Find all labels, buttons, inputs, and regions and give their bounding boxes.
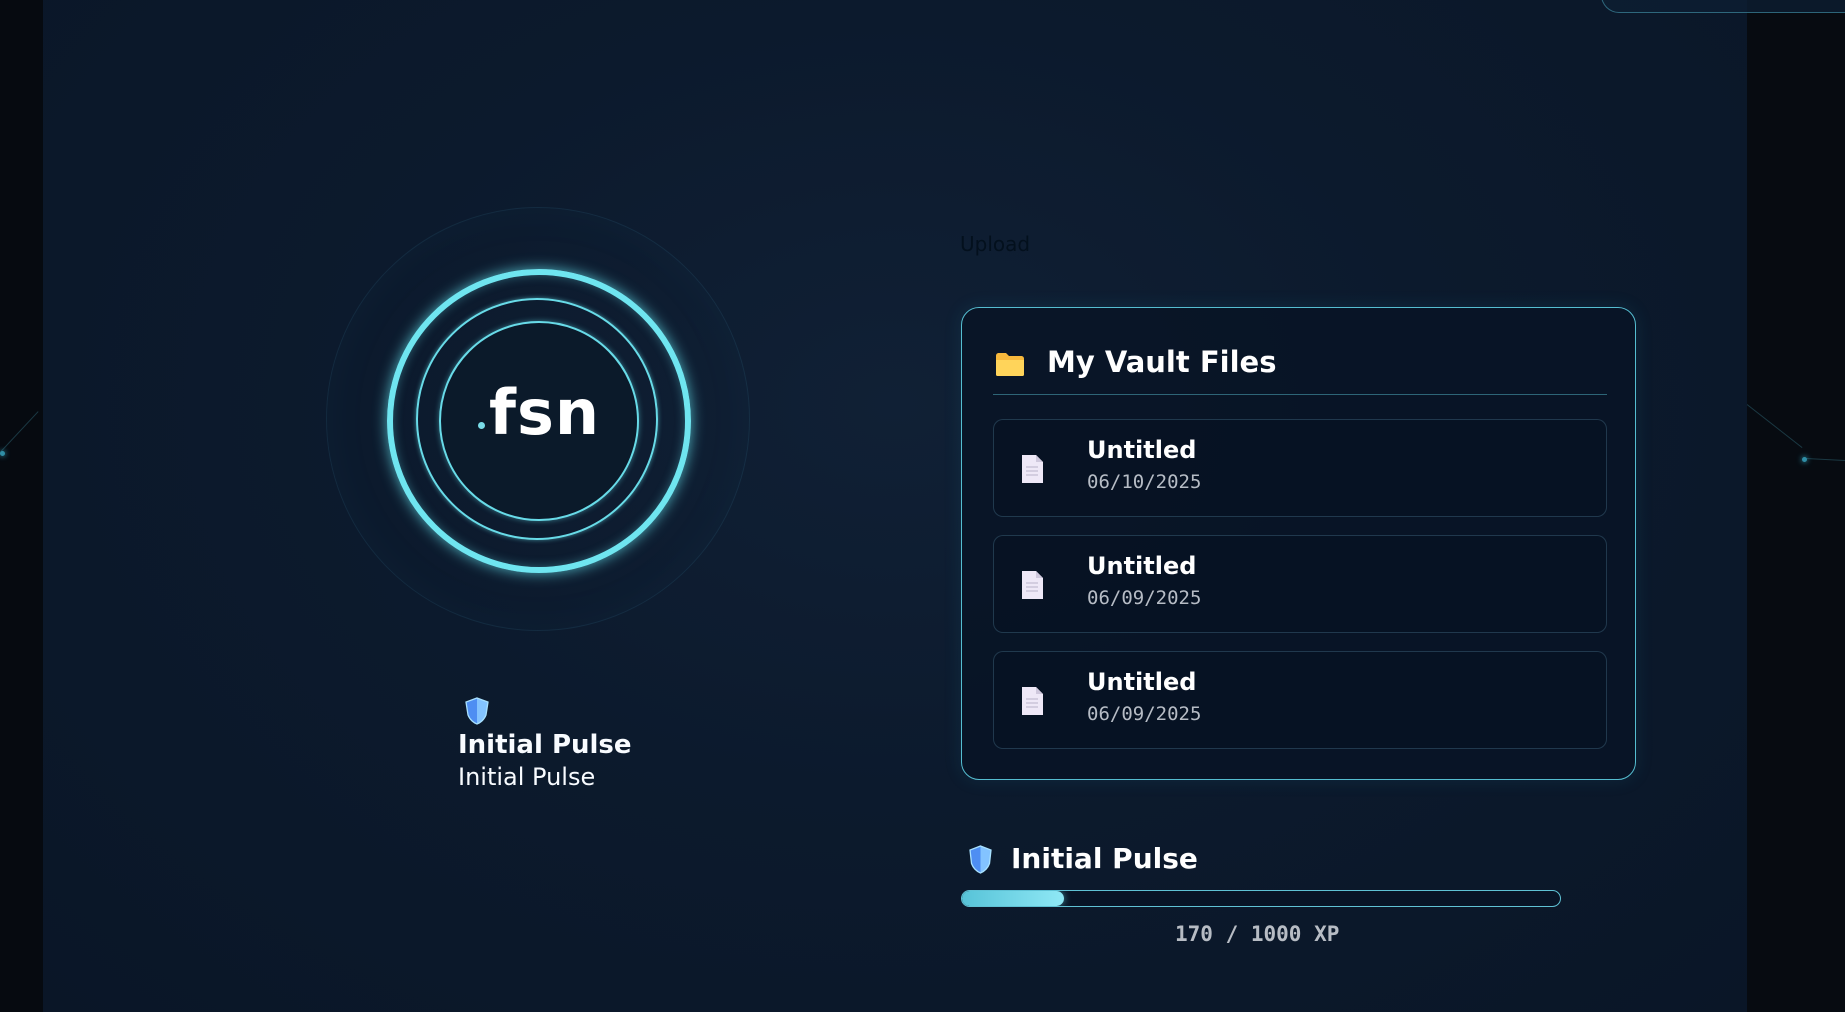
rank-subtitle: Initial Pulse bbox=[458, 763, 596, 791]
top-right-panel-edge bbox=[1601, 0, 1845, 13]
upload-link[interactable]: Upload bbox=[960, 232, 1030, 256]
vault-files-card: My Vault Files Untitled 06/10/2025 Untit… bbox=[961, 307, 1636, 780]
file-date: 06/09/2025 bbox=[1087, 587, 1202, 609]
file-date: 06/10/2025 bbox=[1087, 471, 1202, 493]
folder-icon bbox=[996, 353, 1024, 376]
xp-progress-fill bbox=[962, 891, 1064, 906]
xp-rank-title: Initial Pulse bbox=[1011, 842, 1198, 875]
file-icon bbox=[1022, 455, 1043, 483]
vault-title: My Vault Files bbox=[1047, 345, 1277, 379]
logo-dot-icon bbox=[478, 422, 485, 429]
xp-progress-bar bbox=[961, 890, 1561, 907]
left-edge-background bbox=[0, 0, 43, 1012]
logo-orb: fsn bbox=[326, 207, 756, 637]
shield-icon bbox=[465, 697, 489, 725]
vault-header: My Vault Files bbox=[995, 341, 1605, 383]
file-item[interactable]: Untitled 06/10/2025 bbox=[993, 419, 1607, 517]
file-item[interactable]: Untitled 06/09/2025 bbox=[993, 651, 1607, 749]
vault-divider bbox=[993, 394, 1607, 395]
main-panel: fsn Initial Pulse Initial Pulse Upload M… bbox=[43, 0, 1845, 1012]
left-network-node bbox=[0, 451, 5, 456]
app-page: fsn Initial Pulse Initial Pulse Upload M… bbox=[0, 0, 1845, 1012]
xp-progress-text: 170 / 1000 XP bbox=[1175, 922, 1340, 946]
right-edge-background bbox=[1747, 0, 1845, 1012]
file-date: 06/09/2025 bbox=[1087, 703, 1202, 725]
rank-title: Initial Pulse bbox=[458, 730, 632, 760]
file-item[interactable]: Untitled 06/09/2025 bbox=[993, 535, 1607, 633]
file-icon bbox=[1022, 687, 1043, 715]
right-network-node bbox=[1802, 457, 1807, 462]
file-name: Untitled bbox=[1087, 436, 1197, 464]
logo-text: fsn bbox=[489, 376, 601, 449]
file-name: Untitled bbox=[1087, 552, 1197, 580]
shield-icon bbox=[969, 845, 992, 874]
file-icon bbox=[1022, 571, 1043, 599]
file-name: Untitled bbox=[1087, 668, 1197, 696]
